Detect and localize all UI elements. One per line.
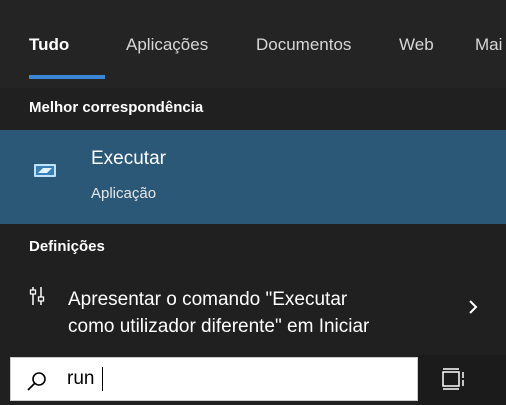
best-match-header: Melhor correspondência (29, 99, 204, 116)
search-results-panel: Tudo Aplicações Documentos Web Mai Melho… (0, 0, 506, 405)
tab-documentos[interactable]: Documentos (256, 35, 351, 55)
best-match-subtitle: Aplicação (91, 185, 157, 202)
settings-item-line1: Apresentar o comando "Executar (68, 289, 348, 310)
search-query: run (67, 368, 95, 389)
tab-aplicacoes[interactable]: Aplicações (126, 35, 208, 55)
tab-tudo[interactable]: Tudo (29, 35, 69, 55)
task-view-icon[interactable] (441, 367, 467, 391)
settings-item-line2: como utilizador diferente" em Iniciar (68, 316, 370, 337)
text-caret (102, 367, 103, 391)
filter-tabs: Tudo Aplicações Documentos Web Mai (0, 0, 506, 88)
tab-web[interactable]: Web (399, 35, 434, 55)
search-icon (27, 372, 46, 391)
best-match-title: Executar (91, 148, 166, 169)
settings-sliders-icon (29, 287, 45, 305)
settings-item-text: Apresentar o comando "Executar como util… (68, 286, 448, 340)
tab-more[interactable]: Mai (475, 35, 502, 55)
best-match-result[interactable] (0, 130, 506, 224)
chevron-right-icon[interactable] (466, 298, 480, 316)
settings-header: Definições (29, 238, 105, 255)
run-app-icon (34, 164, 56, 177)
active-tab-indicator (29, 75, 105, 79)
